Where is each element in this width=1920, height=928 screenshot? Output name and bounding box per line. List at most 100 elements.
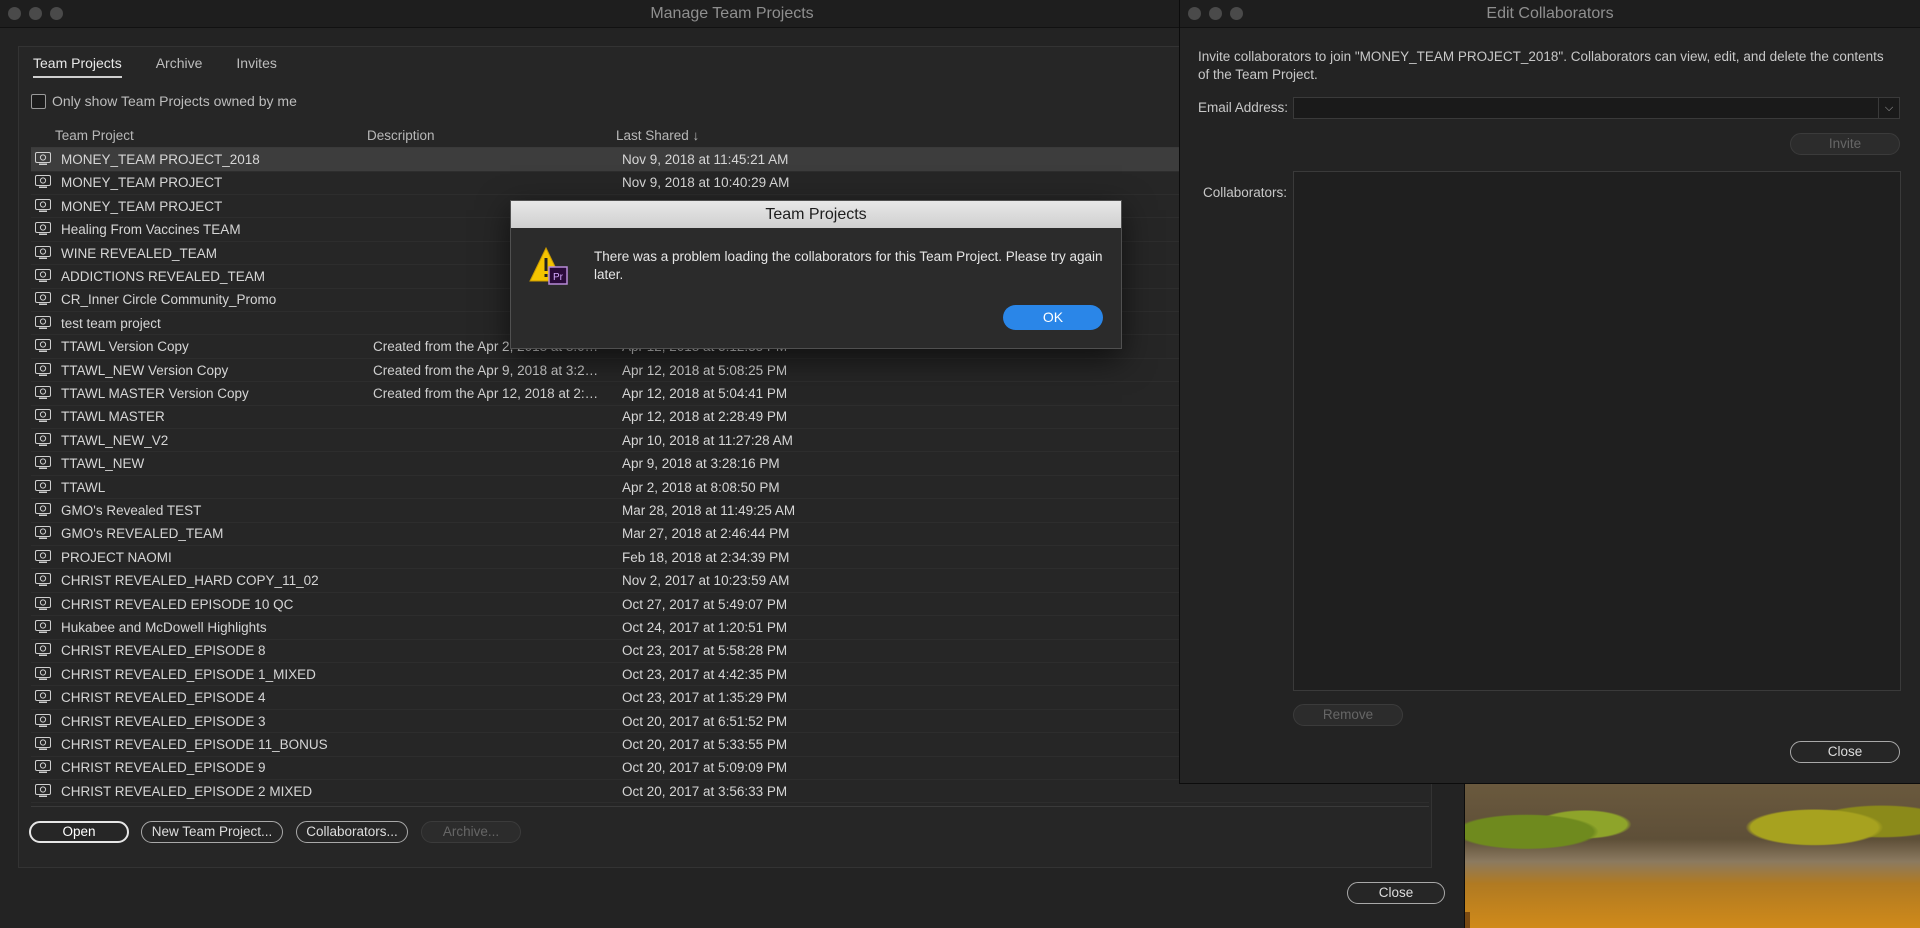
edit-minimize-window-dot[interactable] (1209, 7, 1222, 20)
desktop-wallpaper (1440, 780, 1920, 928)
project-last-shared: Oct 20, 2017 at 5:33:55 PM (622, 737, 788, 752)
email-label: Email Address: (1198, 100, 1289, 115)
team-project-icon (35, 526, 51, 540)
team-project-icon (35, 573, 51, 587)
column-description[interactable]: Description (367, 128, 435, 143)
team-project-icon (35, 620, 51, 633)
team-project-icon (35, 666, 51, 680)
project-name: TTAWL MASTER Version Copy (61, 386, 249, 401)
team-project-icon (35, 339, 51, 353)
team-project-icon (35, 713, 51, 727)
project-name: TTAWL_NEW (61, 456, 145, 472)
manage-close-button[interactable]: Close (1347, 882, 1445, 904)
team-projects-error-dialog: Team Projects Pr There was a problem loa… (510, 200, 1122, 349)
project-name: CHRIST REVEALED_EPISODE 9 (61, 760, 266, 776)
edit-close-window-dot[interactable] (1188, 7, 1201, 20)
project-last-shared: Oct 23, 2017 at 4:42:35 PM (622, 666, 788, 682)
project-last-shared: Apr 10, 2018 at 11:27:28 AM (622, 432, 793, 448)
project-name: TTAWL Version Copy (61, 339, 189, 355)
team-project-icon (35, 198, 51, 212)
project-last-shared: Nov 2, 2017 at 10:23:59 AM (622, 573, 790, 589)
team-project-icon (35, 292, 51, 306)
team-project-icon (35, 503, 51, 516)
team-project-icon (35, 456, 51, 470)
project-last-shared: Oct 23, 2017 at 1:35:29 PM (622, 690, 788, 706)
window-title: Manage Team Projects (650, 5, 814, 22)
team-project-icon (35, 432, 51, 446)
collaborators-button[interactable]: Collaborators... (296, 821, 408, 843)
team-project-icon (35, 269, 51, 282)
project-name: TTAWL_NEW Version Copy (61, 362, 229, 378)
team-project-icon (35, 222, 51, 236)
project-last-shared: Apr 9, 2018 at 3:28:16 PM (622, 456, 780, 472)
column-last-shared[interactable]: Last Shared ↓ (616, 128, 699, 143)
edit-zoom-window-dot[interactable] (1230, 7, 1243, 20)
close-window-dot[interactable] (8, 7, 21, 20)
edit-titlebar: Edit Collaborators (1180, 0, 1920, 28)
premiere-badge: Pr (553, 272, 564, 283)
archive-button: Archive... (421, 821, 521, 843)
team-project-icon (35, 737, 51, 750)
only-mine-checkbox[interactable] (31, 93, 46, 109)
project-description: Created from the Apr 12, 2018 at 2:28... (373, 386, 603, 401)
team-project-icon (35, 386, 51, 399)
tab-archive[interactable]: Archive (156, 55, 203, 78)
project-name: ADDICTIONS REVEALED_TEAM (61, 269, 266, 284)
project-last-shared: Apr 12, 2018 at 2:28:49 PM (622, 409, 788, 425)
team-project-icon (35, 596, 51, 610)
column-team-project[interactable]: Team Project (55, 128, 134, 143)
edit-window-title: Edit Collaborators (1486, 5, 1614, 22)
team-project-icon (35, 315, 51, 329)
project-last-shared: Apr 2, 2018 at 8:08:50 PM (622, 479, 780, 495)
project-last-shared: Oct 20, 2017 at 5:09:09 PM (622, 760, 788, 776)
project-name: CHRIST REVEALED_EPISODE 2 MIXED (61, 783, 313, 799)
table-row[interactable]: CHRIST REVEALED_EPISODE 2 MIXED Oct 20, 2… (31, 780, 1429, 804)
tab-invites[interactable]: Invites (236, 55, 276, 78)
project-last-shared: Nov 9, 2018 at 10:40:29 AM (622, 175, 790, 191)
ok-button[interactable]: OK (1003, 305, 1103, 330)
edit-close-button[interactable]: Close (1790, 741, 1900, 763)
team-project-icon (35, 479, 51, 493)
tab-team-projects[interactable]: Team Projects (33, 55, 122, 78)
email-address-field[interactable]: ⌵ (1293, 97, 1900, 119)
team-project-icon (35, 549, 51, 563)
only-mine-filter[interactable]: Only show Team Projects owned by me (31, 93, 297, 109)
project-name: CHRIST REVEALED_EPISODE 8 (61, 643, 266, 659)
dialog-title: Team Projects (511, 201, 1121, 228)
project-last-shared: Oct 24, 2017 at 1:20:51 PM (622, 620, 788, 635)
new-team-project-button[interactable]: New Team Project... (141, 821, 283, 843)
project-name: CHRIST REVEALED_HARD COPY_11_02 (61, 573, 319, 589)
project-name: WINE REVEALED_TEAM (61, 245, 218, 261)
zoom-window-dot[interactable] (50, 7, 63, 20)
project-name: MONEY_TEAM PROJECT (61, 198, 223, 214)
project-name: test team project (61, 315, 161, 331)
project-name: TTAWL_NEW_V2 (61, 432, 169, 448)
invite-description: Invite collaborators to join "MONEY_TEAM… (1198, 49, 1884, 82)
project-last-shared: Mar 27, 2018 at 2:46:44 PM (622, 526, 790, 542)
chevron-down-icon[interactable]: ⌵ (1878, 98, 1899, 118)
team-project-icon (35, 760, 51, 774)
team-project-icon (35, 245, 51, 259)
project-last-shared: Nov 9, 2018 at 11:45:21 AM (622, 152, 789, 167)
project-last-shared: Oct 20, 2017 at 3:56:33 PM (622, 783, 788, 799)
project-last-shared: Oct 27, 2017 at 5:49:07 PM (622, 596, 788, 612)
team-project-icon (35, 783, 51, 797)
project-name: GMO's Revealed TEST (61, 503, 202, 518)
project-name: MONEY_TEAM PROJECT (61, 175, 223, 191)
project-last-shared: Apr 12, 2018 at 5:08:25 PM (622, 362, 788, 378)
project-name: CHRIST REVEALED_EPISODE 1_MIXED (61, 666, 316, 682)
collaborators-label: Collaborators: (1203, 185, 1288, 200)
project-last-shared: Oct 20, 2017 at 6:51:52 PM (622, 713, 788, 729)
team-project-icon (35, 643, 51, 657)
warning-icon: Pr (529, 246, 568, 285)
project-last-shared: Feb 18, 2018 at 2:34:39 PM (622, 549, 790, 565)
team-project-icon (35, 690, 51, 704)
open-button[interactable]: Open (29, 821, 129, 843)
collaborators-list[interactable] (1293, 171, 1901, 691)
minimize-window-dot[interactable] (29, 7, 42, 20)
edit-window-controls (1188, 7, 1243, 20)
edit-collaborators-window: Edit Collaborators Invite collaborators … (1180, 0, 1920, 783)
team-project-icon (35, 175, 51, 189)
dialog-message: There was a problem loading the collabor… (594, 249, 1103, 282)
team-project-icon (35, 409, 51, 423)
